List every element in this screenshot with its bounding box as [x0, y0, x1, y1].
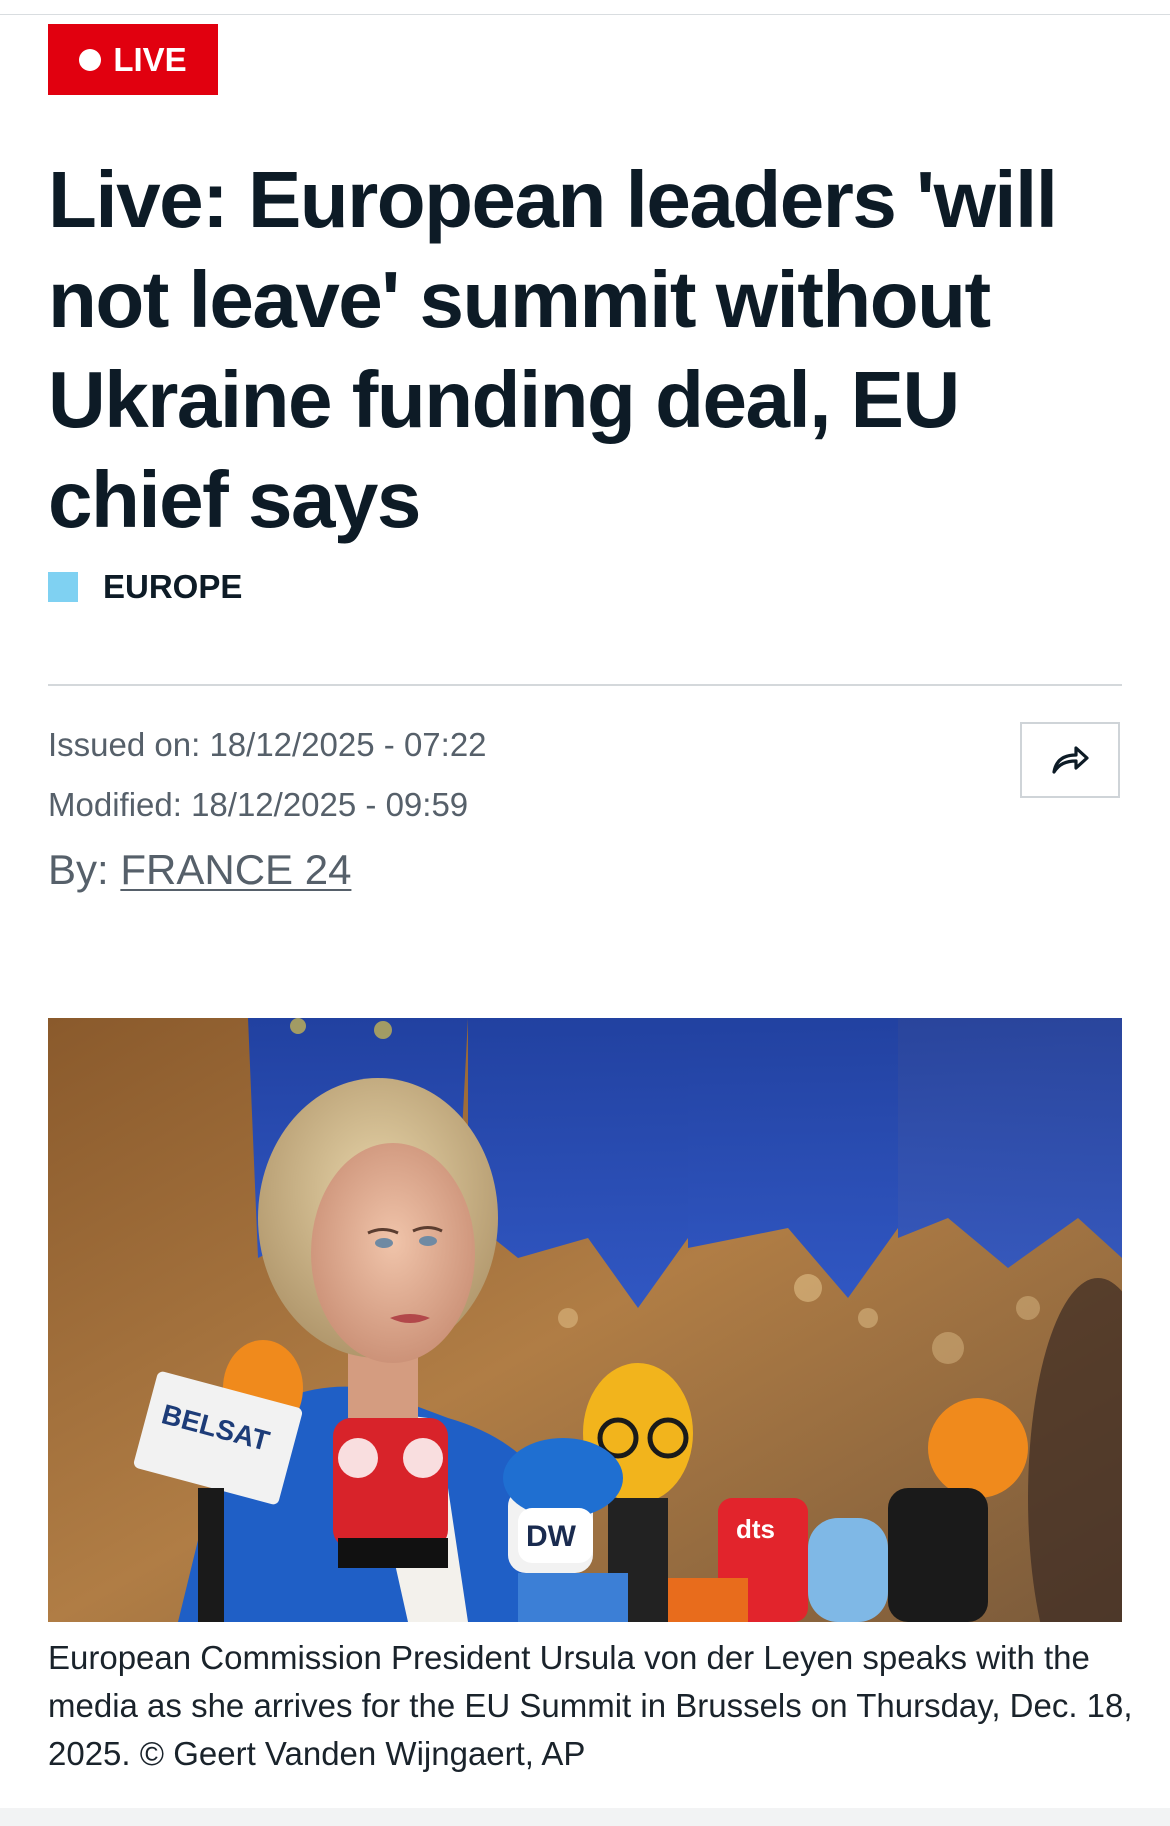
photo-illustration: BELSAT DW dts	[48, 1018, 1122, 1622]
article-headline: Live: European leaders 'will not leave' …	[48, 155, 1058, 544]
category-tag[interactable]: EUROPE	[48, 568, 242, 606]
category-color-icon	[48, 572, 78, 602]
share-button[interactable]	[1020, 722, 1120, 798]
bottom-strip	[0, 1808, 1170, 1826]
modified-value: 18/12/2025 - 09:59	[191, 786, 469, 823]
modified-label: Modified:	[48, 786, 182, 823]
live-dot-icon	[79, 48, 102, 71]
top-divider	[0, 14, 1170, 15]
live-badge[interactable]: LIVE	[48, 24, 218, 95]
issued-value: 18/12/2025 - 07:22	[209, 726, 487, 763]
byline: By: FRANCE 24	[48, 846, 351, 894]
author-link[interactable]: FRANCE 24	[120, 846, 351, 893]
article-photo: BELSAT DW dts	[48, 1018, 1122, 1622]
section-divider	[48, 684, 1122, 686]
photo-caption: European Commission President Ursula von…	[48, 1639, 1133, 1772]
issued-label: Issued on:	[48, 726, 201, 763]
by-label: By:	[48, 846, 109, 893]
live-badge-label: LIVE	[113, 40, 187, 78]
mic-label-dts: dts	[736, 1514, 775, 1544]
issued-date: Issued on: 18/12/2025 - 07:22	[48, 726, 487, 764]
share-arrow-icon	[1052, 746, 1089, 774]
modified-date: Modified: 18/12/2025 - 09:59	[48, 786, 468, 824]
category-label: EUROPE	[103, 568, 243, 605]
mic-label-dw: DW	[526, 1520, 577, 1553]
